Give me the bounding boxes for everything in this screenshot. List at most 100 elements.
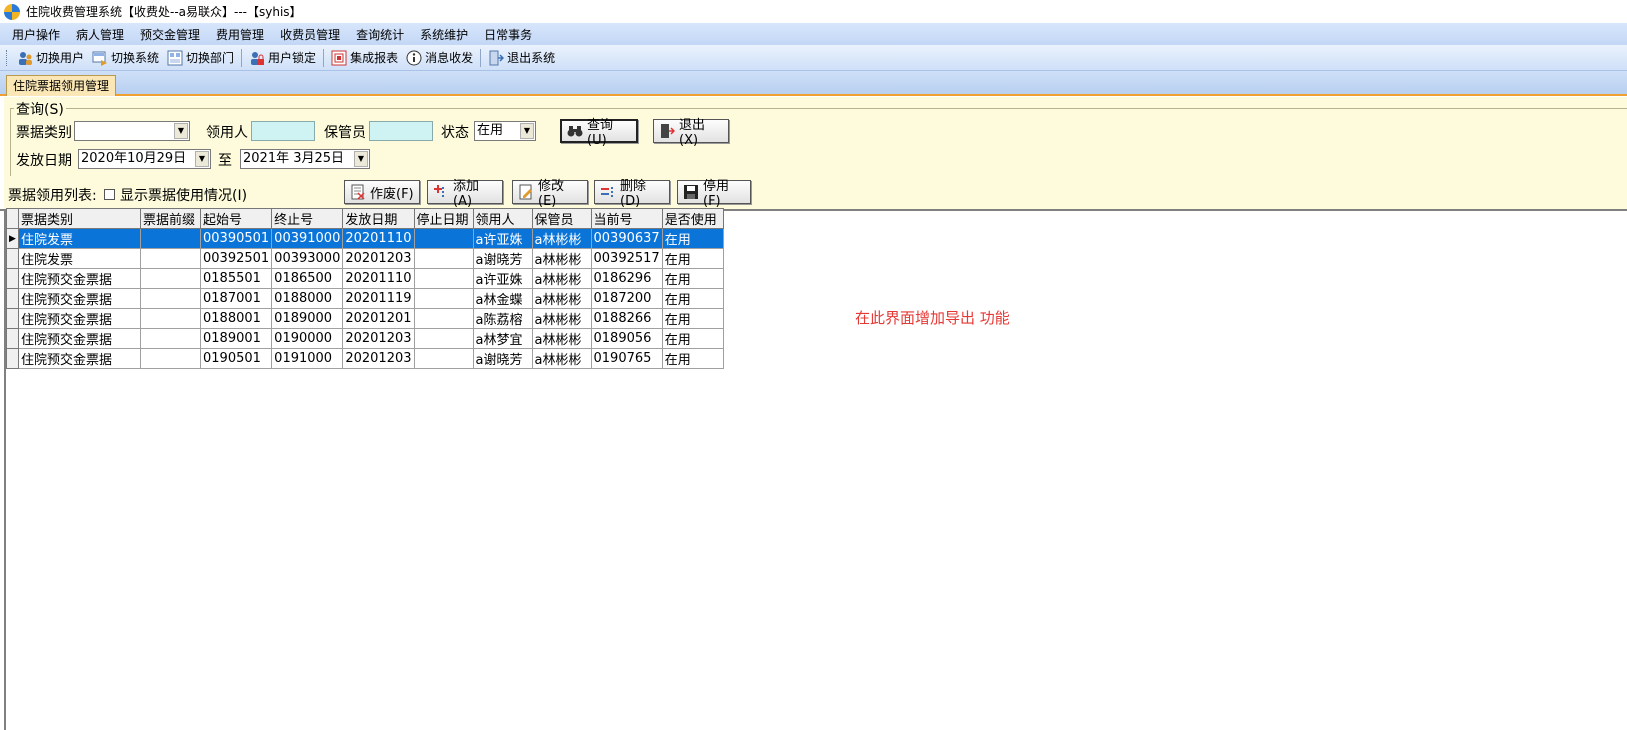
chevron-down-icon[interactable]: ▼ — [354, 151, 368, 167]
cell-stop-date[interactable] — [413, 308, 474, 329]
menu-query-stats[interactable]: 查询统计 — [348, 26, 412, 43]
cell-end-no[interactable]: 0189000 — [271, 308, 344, 329]
menu-fees[interactable]: 费用管理 — [208, 26, 272, 43]
cell-custodian[interactable]: a林彬彬 — [531, 268, 592, 289]
switch-system-button[interactable]: 切换系统 — [88, 47, 163, 69]
cell-in-use[interactable]: 在用 — [661, 288, 724, 309]
cell-bill-type[interactable]: 住院预交金票据 — [18, 268, 141, 289]
cell-bill-type[interactable]: 住院预交金票据 — [18, 348, 141, 369]
table-row[interactable]: 住院发票 00392501 00393000 20201203 a谢晓芳 a林彬彬 0039… — [6, 248, 724, 269]
col-header-in-use[interactable]: 是否使用 — [661, 208, 724, 229]
search-button[interactable]: 查询(U) — [560, 118, 638, 148]
cell-current-no[interactable]: 0190765 — [590, 348, 663, 369]
exit-button[interactable]: 退出(X) — [653, 118, 729, 148]
cell-stop-date[interactable] — [413, 288, 474, 309]
cell-stop-date[interactable] — [413, 348, 474, 369]
cell-prefix[interactable] — [140, 228, 201, 249]
cell-current-no[interactable]: 0188266 — [590, 308, 663, 329]
cell-issue-date[interactable]: 20201110 — [342, 268, 415, 289]
show-usage-label[interactable]: 显示票据使用情况(I) — [120, 185, 247, 205]
table-row[interactable]: 住院预交金票据 0187001 0188000 20201119 a林金蝶 a林彬彬 018… — [6, 288, 724, 309]
menu-cashier[interactable]: 收费员管理 — [272, 26, 348, 43]
report-button[interactable]: 集成报表 — [327, 47, 402, 69]
menu-user-ops[interactable]: 用户操作 — [4, 26, 68, 43]
cell-in-use[interactable]: 在用 — [661, 268, 724, 289]
menu-deposit[interactable]: 预交金管理 — [132, 26, 208, 43]
messages-button[interactable]: 消息收发 — [402, 47, 477, 69]
col-header-stop-date[interactable]: 停止日期 — [413, 208, 474, 229]
col-header-custodian[interactable]: 保管员 — [531, 208, 592, 229]
cell-custodian[interactable]: a林彬彬 — [531, 248, 592, 269]
menu-maintenance[interactable]: 系统维护 — [412, 26, 476, 43]
col-header-current-no[interactable]: 当前号 — [590, 208, 663, 229]
switch-department-button[interactable]: 切换部门 — [163, 47, 238, 69]
cell-issue-date[interactable]: 20201110 — [342, 228, 415, 249]
edit-button[interactable]: 修改(E) — [512, 179, 588, 209]
row-indicator[interactable] — [6, 268, 19, 289]
cell-recipient[interactable]: a陈荔榕 — [472, 308, 533, 329]
cell-prefix[interactable] — [140, 288, 201, 309]
cell-start-no[interactable]: 0187001 — [199, 288, 273, 309]
cell-current-no[interactable]: 00390637 — [590, 228, 663, 249]
table-row[interactable]: ▶ 住院发票 00390501 00391000 20201110 a许亚姝 a林彬彬 003… — [6, 228, 724, 249]
col-header-prefix[interactable]: 票据前缀 — [140, 208, 201, 229]
cell-end-no[interactable]: 0188000 — [271, 288, 344, 309]
menu-patient[interactable]: 病人管理 — [68, 26, 132, 43]
void-button[interactable]: 作废(F) — [344, 180, 420, 204]
table-row[interactable]: 住院预交金票据 0185501 0186500 20201110 a许亚姝 a林彬彬 018… — [6, 268, 724, 289]
cell-in-use[interactable]: 在用 — [661, 228, 724, 249]
row-indicator[interactable] — [6, 328, 19, 349]
cell-prefix[interactable] — [140, 328, 201, 349]
row-indicator[interactable] — [6, 348, 19, 369]
recipient-input[interactable] — [251, 121, 315, 141]
cell-current-no[interactable]: 00392517 — [590, 248, 663, 269]
col-header-start-no[interactable]: 起始号 — [199, 208, 273, 229]
cell-end-no[interactable]: 0191000 — [271, 348, 344, 369]
cell-custodian[interactable]: a林彬彬 — [531, 228, 592, 249]
cell-start-no[interactable]: 0185501 — [199, 268, 273, 289]
exit-system-button[interactable]: 退出系统 — [484, 47, 559, 69]
bill-type-select[interactable]: ▼ — [74, 121, 190, 141]
cell-prefix[interactable] — [140, 248, 201, 269]
cell-recipient[interactable]: a许亚姝 — [472, 268, 533, 289]
cell-end-no[interactable]: 00391000 — [271, 228, 344, 249]
row-pointer-icon[interactable]: ▶ — [6, 228, 19, 249]
date-to-picker[interactable]: 2021年 3月25日 ▼ — [240, 149, 370, 169]
tab-bill-management[interactable]: 住院票据领用管理 — [6, 75, 117, 96]
cell-start-no[interactable]: 00392501 — [199, 248, 273, 269]
row-indicator[interactable] — [6, 288, 19, 309]
cell-recipient[interactable]: a许亚姝 — [472, 228, 533, 249]
cell-stop-date[interactable] — [413, 248, 474, 269]
cell-recipient[interactable]: a谢晓芳 — [472, 348, 533, 369]
cell-end-no[interactable]: 0186500 — [271, 268, 344, 289]
cell-prefix[interactable] — [140, 308, 201, 329]
add-button[interactable]: 添加(A) — [427, 179, 503, 209]
col-header-bill-type[interactable]: 票据类别 — [18, 208, 141, 229]
cell-bill-type[interactable]: 住院预交金票据 — [18, 328, 141, 349]
cell-recipient[interactable]: a林梦宜 — [472, 328, 533, 349]
row-indicator[interactable] — [6, 248, 19, 269]
col-header-issue-date[interactable]: 发放日期 — [342, 208, 415, 229]
cell-bill-type[interactable]: 住院发票 — [18, 228, 141, 249]
col-header-end-no[interactable]: 终止号 — [271, 208, 344, 229]
cell-current-no[interactable]: 0186296 — [590, 268, 663, 289]
cell-recipient[interactable]: a林金蝶 — [472, 288, 533, 309]
cell-in-use[interactable]: 在用 — [661, 348, 724, 369]
cell-issue-date[interactable]: 20201203 — [342, 328, 415, 349]
cell-issue-date[interactable]: 20201203 — [342, 348, 415, 369]
cell-issue-date[interactable]: 20201203 — [342, 248, 415, 269]
cell-bill-type[interactable]: 住院发票 — [18, 248, 141, 269]
custodian-input[interactable] — [369, 121, 433, 141]
cell-custodian[interactable]: a林彬彬 — [531, 328, 592, 349]
cell-current-no[interactable]: 0189056 — [590, 328, 663, 349]
cell-current-no[interactable]: 0187200 — [590, 288, 663, 309]
col-header-recipient[interactable]: 领用人 — [472, 208, 533, 229]
menu-daily[interactable]: 日常事务 — [476, 26, 540, 43]
cell-bill-type[interactable]: 住院预交金票据 — [18, 308, 141, 329]
cell-recipient[interactable]: a谢晓芳 — [472, 248, 533, 269]
table-row[interactable]: 住院预交金票据 0190501 0191000 20201203 a谢晓芳 a林彬彬 019… — [6, 348, 724, 369]
cell-bill-type[interactable]: 住院预交金票据 — [18, 288, 141, 309]
chevron-down-icon[interactable]: ▼ — [520, 123, 534, 139]
cell-prefix[interactable] — [140, 348, 201, 369]
cell-issue-date[interactable]: 20201201 — [342, 308, 415, 329]
